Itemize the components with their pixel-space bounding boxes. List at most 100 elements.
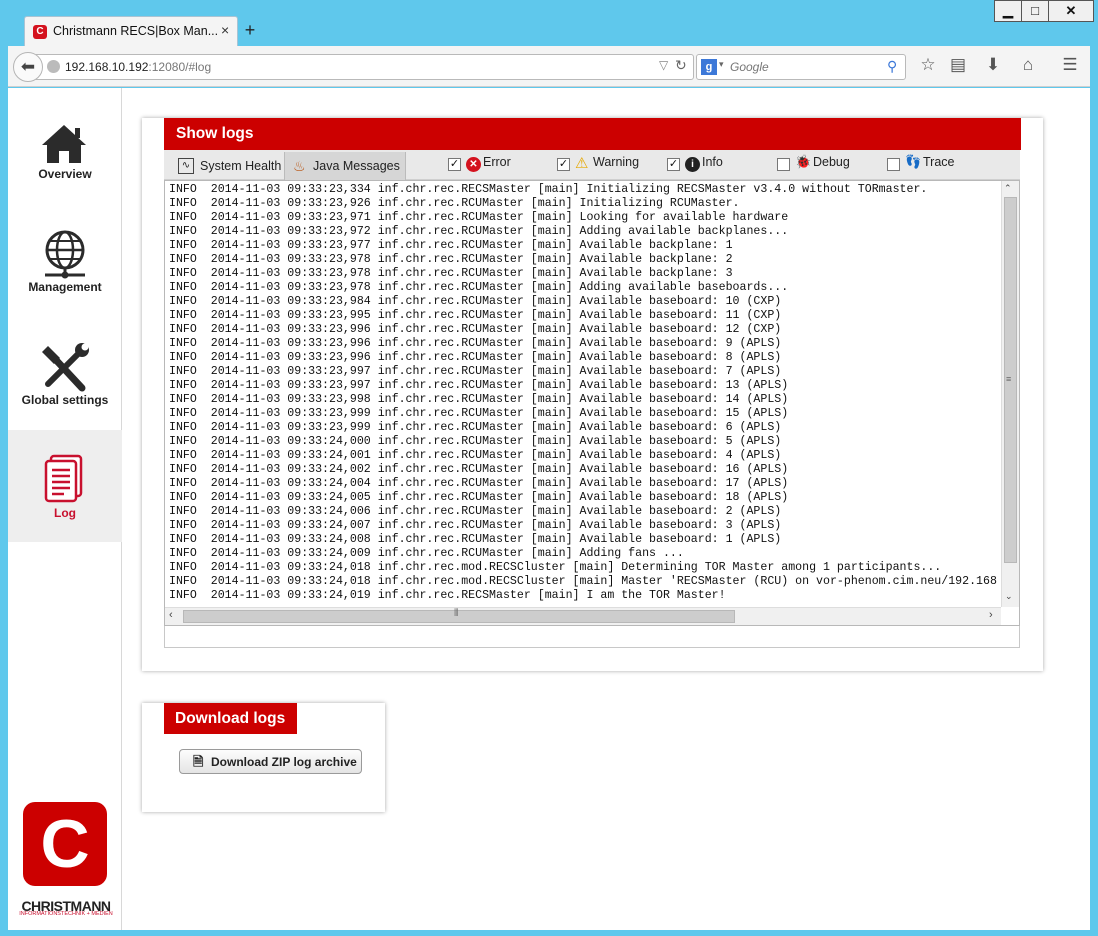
magnifier-icon[interactable]: ⚲ xyxy=(887,58,897,75)
url-bar[interactable]: 192.168.10.192:12080/#log ▽ ↻ xyxy=(36,54,694,80)
tab-java-messages[interactable]: ♨ Java Messages xyxy=(284,152,406,180)
log-output[interactable]: INFO 2014-11-03 09:33:23,334 inf.chr.rec… xyxy=(164,180,1020,626)
sidebar-label-management: Management xyxy=(28,280,102,294)
log-line: INFO 2014-11-03 09:33:23,978 inf.chr.rec… xyxy=(169,253,733,266)
log-line: INFO 2014-11-03 09:33:23,998 inf.chr.rec… xyxy=(169,393,789,406)
log-line: INFO 2014-11-03 09:33:23,984 inf.chr.rec… xyxy=(169,295,782,308)
url-text: 192.168.10.192:12080/#log xyxy=(65,60,211,74)
document-icon xyxy=(44,454,83,503)
chevron-down-icon[interactable]: ▾ xyxy=(719,59,724,70)
url-host: 192.168.10.192 xyxy=(65,60,149,74)
download-logs-panel: Download logs 🗎 Download ZIP log archive xyxy=(142,703,385,812)
log-line: INFO 2014-11-03 09:33:23,926 inf.chr.rec… xyxy=(169,197,740,210)
log-line: INFO 2014-11-03 09:33:24,008 inf.chr.rec… xyxy=(169,533,782,546)
log-line: INFO 2014-11-03 09:33:24,009 inf.chr.rec… xyxy=(169,547,684,560)
maximize-button[interactable]: □ xyxy=(1021,0,1049,22)
trace-label: Trace xyxy=(923,155,955,169)
scroll-left-icon[interactable]: ‹ xyxy=(169,609,173,621)
error-checkbox[interactable]: ✓ xyxy=(448,158,461,171)
search-input[interactable]: g ▾ Google ⚲ xyxy=(696,54,906,80)
sidebar: Overview Management Global settings Log … xyxy=(8,88,122,930)
menu-icon[interactable]: ☰ xyxy=(1058,55,1082,75)
info-checkbox[interactable]: ✓ xyxy=(667,158,680,171)
grip-icon: ≡ xyxy=(1006,374,1012,384)
close-tab-icon[interactable]: × xyxy=(221,22,229,38)
url-path: :12080/#log xyxy=(148,60,212,74)
close-window-button[interactable]: ✕ xyxy=(1048,0,1094,22)
home-icon[interactable]: ⌂ xyxy=(1016,55,1040,75)
minimize-button[interactable]: ▁ xyxy=(994,0,1022,22)
log-toolbar: ∿ System Health ♨ Java Messages ✓ ✕ Erro… xyxy=(164,150,1020,180)
browser-tab[interactable]: C Christmann RECS|Box Man... × xyxy=(24,16,238,46)
show-logs-title: Show logs xyxy=(164,118,1021,150)
log-line: INFO 2014-11-03 09:33:24,001 inf.chr.rec… xyxy=(169,449,782,462)
download-icon[interactable]: ⬇ xyxy=(981,55,1005,75)
horizontal-scrollbar[interactable]: ‹ ⦀ › xyxy=(165,607,1001,625)
log-line: INFO 2014-11-03 09:33:23,996 inf.chr.rec… xyxy=(169,337,782,350)
sidebar-label-log: Log xyxy=(54,506,76,520)
error-label: Error xyxy=(483,155,511,169)
info-label: Info xyxy=(702,155,723,169)
tab-system-health-label: System Health xyxy=(200,159,282,173)
log-lines: INFO 2014-11-03 09:33:23,334 inf.chr.rec… xyxy=(169,183,1001,607)
sidebar-item-log[interactable]: Log xyxy=(8,430,122,542)
trace-checkbox[interactable] xyxy=(887,158,900,171)
house-icon xyxy=(42,125,86,163)
log-line: INFO 2014-11-03 09:33:24,000 inf.chr.rec… xyxy=(169,435,782,448)
sidebar-item-overview[interactable]: Overview xyxy=(8,108,122,220)
search-engine-icon[interactable]: g xyxy=(701,59,717,75)
log-line: INFO 2014-11-03 09:33:23,978 inf.chr.rec… xyxy=(169,281,789,294)
new-tab-button[interactable]: + xyxy=(240,20,260,40)
globe-network-icon xyxy=(45,230,85,279)
reading-list-icon[interactable]: ▤ xyxy=(946,55,970,75)
logo-letter: C xyxy=(40,806,90,882)
vertical-scroll-thumb[interactable]: ≡ xyxy=(1004,197,1017,563)
back-button[interactable]: ⬅ xyxy=(13,52,43,82)
scroll-up-icon[interactable]: ⌃ xyxy=(1004,183,1012,194)
log-line: INFO 2014-11-03 09:33:23,972 inf.chr.rec… xyxy=(169,225,789,238)
tab-title: Christmann RECS|Box Man... xyxy=(53,24,219,38)
log-line: INFO 2014-11-03 09:33:24,019 inf.chr.rec… xyxy=(169,589,726,602)
download-logs-title: Download logs xyxy=(164,703,297,734)
log-line: INFO 2014-11-03 09:33:23,996 inf.chr.rec… xyxy=(169,323,782,336)
log-line: INFO 2014-11-03 09:33:23,996 inf.chr.rec… xyxy=(169,351,782,364)
sidebar-label-overview: Overview xyxy=(38,167,92,181)
debug-checkbox[interactable] xyxy=(777,158,790,171)
warning-label: Warning xyxy=(593,155,640,169)
log-footer xyxy=(164,626,1020,648)
sidebar-label-global-settings: Global settings xyxy=(21,393,109,407)
warning-checkbox[interactable]: ✓ xyxy=(557,158,570,171)
error-icon: ✕ xyxy=(466,157,481,172)
bug-icon: 🐞 xyxy=(795,154,812,169)
download-file-icon: 🗎 xyxy=(193,754,204,769)
log-line: INFO 2014-11-03 09:33:23,971 inf.chr.rec… xyxy=(169,211,789,224)
scroll-right-icon[interactable]: › xyxy=(989,609,993,621)
sidebar-item-management[interactable]: Management xyxy=(8,221,122,333)
log-line: INFO 2014-11-03 09:33:24,004 inf.chr.rec… xyxy=(169,477,789,490)
scroll-down-icon[interactable]: ⌄ xyxy=(1005,591,1013,602)
reload-icon[interactable]: ↻ xyxy=(675,57,687,74)
footprint-icon: 👣 xyxy=(905,154,922,169)
log-line: INFO 2014-11-03 09:33:23,997 inf.chr.rec… xyxy=(169,379,789,392)
favicon-icon: C xyxy=(33,25,47,39)
log-line: INFO 2014-11-03 09:33:24,007 inf.chr.rec… xyxy=(169,519,782,532)
log-line: INFO 2014-11-03 09:33:23,999 inf.chr.rec… xyxy=(169,407,789,420)
bookmark-star-icon[interactable]: ☆ xyxy=(916,55,940,75)
pulse-monitor-icon: ∿ xyxy=(178,158,194,174)
tab-java-messages-label: Java Messages xyxy=(313,159,400,173)
download-zip-button[interactable]: 🗎 Download ZIP log archive xyxy=(179,749,362,774)
log-line: INFO 2014-11-03 09:33:23,999 inf.chr.rec… xyxy=(169,421,782,434)
tab-system-health[interactable]: ∿ System Health xyxy=(172,152,284,180)
grip-icon: ⦀ xyxy=(454,608,459,619)
vertical-scrollbar[interactable]: ⌃ ≡ ⌄ xyxy=(1001,181,1019,607)
dropdown-arrow-icon[interactable]: ▽ xyxy=(659,58,668,72)
log-line: INFO 2014-11-03 09:33:23,978 inf.chr.rec… xyxy=(169,267,733,280)
log-line: INFO 2014-11-03 09:33:23,334 inf.chr.rec… xyxy=(169,183,928,196)
horizontal-scroll-thumb[interactable]: ⦀ xyxy=(183,608,735,623)
log-line: INFO 2014-11-03 09:33:24,006 inf.chr.rec… xyxy=(169,505,782,518)
log-line: INFO 2014-11-03 09:33:24,002 inf.chr.rec… xyxy=(169,463,789,476)
christmann-logo: C xyxy=(23,802,107,886)
browser-toolbar: 192.168.10.192:12080/#log ▽ ↻ ⬅ g ▾ Goog… xyxy=(8,46,1090,87)
java-cup-icon: ♨ xyxy=(293,158,306,174)
search-placeholder: Google xyxy=(730,60,769,74)
